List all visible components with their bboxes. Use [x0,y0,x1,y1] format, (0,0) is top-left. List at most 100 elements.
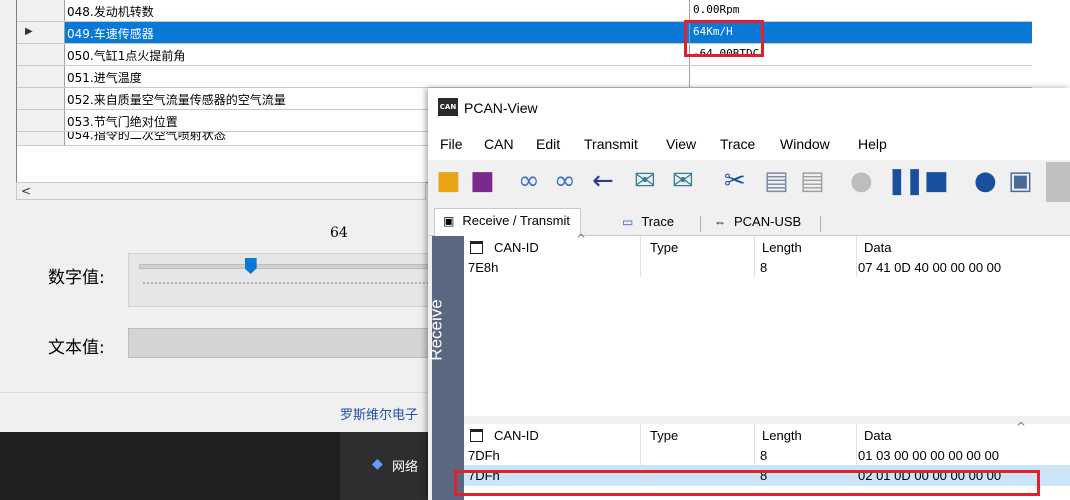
column-chooser-icon[interactable] [470,429,483,442]
menu-help[interactable]: Help [858,136,887,152]
tab-receive-transmit[interactable]: ▣ Receive / Transmit [434,208,581,236]
window-title: PCAN-View [464,100,538,116]
grid-row-name: 052.来自质量空气流量传感器的空气流量 [67,93,286,107]
grid-row-intake-temp[interactable]: 051.进气温度 [17,66,1033,88]
column-separator[interactable] [856,236,857,258]
col-length[interactable]: Length [762,428,802,443]
grid-row-engine-rpm[interactable]: 048.发动机转数 0.00Rpm [17,0,1033,22]
row-indicator [17,66,65,87]
receive-table-header: CAN-ID ^ Type Length Data [464,232,1070,258]
grid-row-name: 048.发动机转数 [67,5,154,19]
column-separator[interactable] [640,236,641,258]
numeric-value-slider[interactable] [128,253,438,307]
menu-edit[interactable]: Edit [536,136,560,152]
menu-trace[interactable]: Trace [720,136,755,152]
company-link[interactable]: 罗斯维尔电子 [340,404,418,423]
stop-icon[interactable]: ■ [924,166,949,196]
text-value-label: 文本值: [48,338,105,358]
menu-window[interactable]: Window [780,136,830,152]
slider-track[interactable] [139,264,431,269]
grid-row-ignition-advance[interactable]: 050.气缸1点火提前角 -64.00BTDC [17,44,1033,66]
column-separator[interactable] [754,424,755,446]
paste-icon[interactable]: ▤ [800,166,825,196]
text-value-field [128,328,438,358]
help-icon[interactable]: ● [974,166,997,196]
grid-horizontal-scrollbar[interactable]: < [16,182,426,200]
tab-trace[interactable]: ▭ Trace [614,210,684,236]
chevron-left-icon[interactable]: < [21,184,31,198]
open-folder-icon[interactable]: ■ [436,166,461,196]
side-label-wrap: Receive [428,236,464,426]
title-bar[interactable]: CAN PCAN-View [428,88,1070,128]
cell-length: 8 [760,260,768,275]
grid-row-name: 050.气缸1点火提前角 [67,49,186,63]
network-icon: ◆ [372,456,383,472]
splitter[interactable] [464,416,1070,424]
cell-length: 8 [760,448,768,463]
cell-separator [754,446,755,465]
toolbar-overflow [1046,162,1070,202]
grid-row-name: 049.车速传感器 [67,27,154,41]
col-type[interactable]: Type [650,240,678,255]
column-separator[interactable] [856,424,857,446]
sort-ascending-icon: ^ [576,232,587,246]
speed-value-highlight [684,20,764,57]
receive-table: CAN-ID ^ Type Length Data 7E8h 8 07 41 0… [464,232,1070,416]
tab-label: PCAN-USB [734,214,802,229]
menu-bar: File CAN Edit Transmit View Trace Window… [428,128,1070,160]
grid-row-value: 0.00Rpm [689,0,1033,21]
col-type[interactable]: Type [650,428,678,443]
disconnect-icon[interactable]: ∞ [554,166,576,196]
new-message-icon[interactable]: ✉ [634,166,656,196]
column-chooser-icon[interactable] [470,241,483,254]
column-separator[interactable] [640,424,641,446]
menu-view[interactable]: View [666,136,696,152]
record-icon[interactable]: ● [850,166,873,196]
grid-row-name: 054.指令的二次空气喷射状态 [67,132,226,142]
col-can-id[interactable]: CAN-ID [494,428,539,443]
col-can-id[interactable]: CAN-ID [494,240,539,255]
numeric-value-label: 数字值: [48,268,105,288]
cell-separator [856,258,857,277]
tab-pcan-usb[interactable]: ⇔ PCAN-USB [706,210,811,236]
connect-icon[interactable]: ∞ [518,166,540,196]
pause-icon[interactable]: ❚❚ [886,166,926,196]
reset-icon[interactable]: ← [592,166,614,196]
tab-separator [700,216,701,232]
cell-can-id: 7DFh [468,448,500,463]
grid-row-value [689,66,1033,87]
menu-file[interactable]: File [440,136,463,152]
save-icon[interactable]: ■ [470,166,495,196]
menu-can[interactable]: CAN [484,136,514,152]
grid-row-name: 053.节气门绝对位置 [67,115,178,129]
row-indicator [17,0,65,21]
menu-transmit[interactable]: Transmit [584,136,638,152]
slider-thumb[interactable] [244,258,257,274]
cell-data: 01 03 00 00 00 00 00 00 [858,448,999,463]
column-separator[interactable] [754,236,755,258]
col-data[interactable]: Data [864,240,891,255]
row-indicator [17,44,65,65]
table-row[interactable]: 7DFh 8 01 03 00 00 00 00 00 00 [464,446,1070,465]
cell-can-id: 7E8h [468,260,499,275]
table-row[interactable]: 7E8h 8 07 41 0D 40 00 00 00 00 [464,258,1070,277]
col-data[interactable]: Data [864,428,891,443]
send-message-icon[interactable]: ✉ [672,166,694,196]
transmit-table-header: CAN-ID Type Length Data ^ [464,420,1070,446]
slider-value-display: 64 [330,225,348,241]
copy-icon[interactable]: ▤ [764,166,789,196]
cell-separator [640,446,641,465]
window-icon[interactable]: ▣ [1008,166,1033,196]
col-length[interactable]: Length [762,240,802,255]
usb-icon: ⇔ [714,215,726,229]
trace-icon: ▭ [622,215,634,229]
row-indicator: ▶ [17,22,65,43]
cell-data: 07 41 0D 40 00 00 00 00 [858,260,1002,275]
grid-row-vehicle-speed[interactable]: ▶ 049.车速传感器 64Km/H [17,22,1033,44]
tab-label: Receive / Transmit [462,213,570,228]
cut-icon[interactable]: ✂ [724,166,746,196]
side-label-receive: Receive [428,299,446,361]
network-monitor-icon: ▣ [443,214,455,228]
taskbar-network-item[interactable] [340,432,440,500]
pcan-logo-icon: CAN [438,98,458,116]
